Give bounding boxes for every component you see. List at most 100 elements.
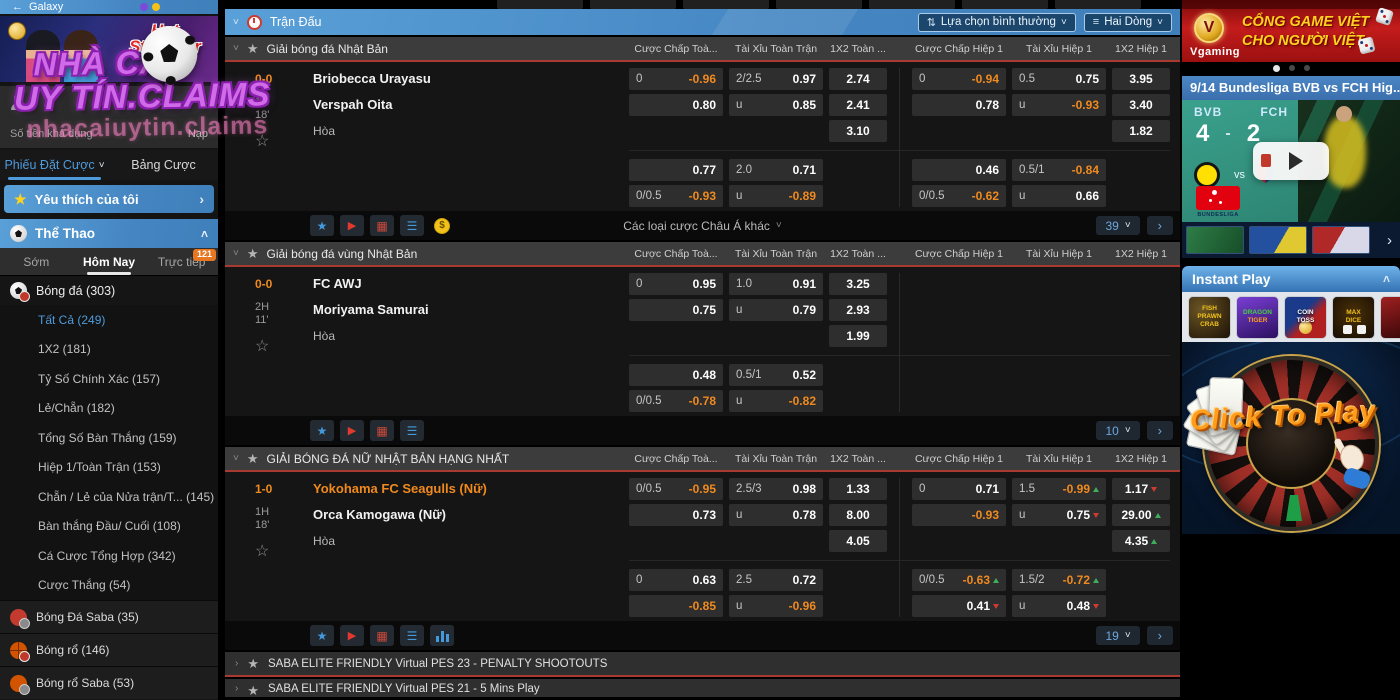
star-icon[interactable]: ★ [247,41,259,57]
odds-cell[interactable]: 3.40 [1112,94,1170,116]
odds-cell[interactable]: u0.75 [1012,504,1106,526]
next-page-button[interactable]: › [1147,216,1173,235]
promo-banner[interactable]: Hot Streamer [0,16,218,82]
video-player[interactable]: BVB FCH 4 - 2 vs BUNDESLIGA [1182,100,1400,222]
back-header[interactable]: ← Galaxy [0,0,218,14]
favorite-star-icon[interactable]: ☆ [255,336,313,356]
time-tab[interactable]: Sớm [0,248,73,275]
stats-icon[interactable] [430,625,454,646]
list-icon[interactable]: ☰ [400,215,424,236]
star-icon[interactable]: ★ [310,215,334,236]
submenu-item[interactable]: Tổng Số Bàn Thắng (159) [0,423,218,453]
odds-cell[interactable]: u-0.93 [1012,94,1106,116]
odds-cell[interactable]: u0.85 [729,94,823,116]
favorite-star-icon[interactable]: ☆ [255,131,313,151]
play-icon[interactable]: ▶ [340,625,364,646]
chevron-down-icon[interactable]: ˅ [233,43,239,54]
odds-cell[interactable]: 4.05 [829,530,887,552]
sidebar-item-football[interactable]: Bóng đá (303) [0,275,218,305]
submenu-item[interactable]: Chẵn / Lẻ của Nửa trận/T... (145) [0,482,218,512]
odds-cell[interactable]: 0.75 [629,299,723,321]
chevron-down-icon[interactable]: ˅ [233,248,239,259]
chevron-right-icon[interactable]: › [1383,232,1396,249]
game-tile[interactable]: DRAGONTIGER [1236,296,1279,339]
odds-cell[interactable]: 3.25 [829,273,887,295]
odds-cell[interactable]: 2.74 [829,68,887,90]
star-icon[interactable]: ★ [310,625,334,646]
league-header[interactable]: ˅★Giải bóng đá Nhật BảnCược Chấp Toà...T… [225,37,1180,62]
star-icon[interactable]: ★ [247,683,259,697]
odds-cell[interactable]: 2.93 [829,299,887,321]
grid-icon[interactable]: ▦ [370,420,394,441]
instant-play-header[interactable]: Instant Play ˄ [1182,266,1400,292]
odds-cell[interactable]: 0-0.94 [912,68,1006,90]
odds-cell[interactable]: 0/0.5-0.93 [629,185,723,207]
view-filter-button[interactable]: ⇅ Lựa chọn bình thường ˅ [918,13,1076,32]
coin-icon[interactable]: $ [430,215,454,236]
odds-cell[interactable]: 0.77 [629,159,723,181]
vgaming-banner[interactable]: V Vgaming CỔNG GAME VIỆT CHO NGƯỜI VIỆT [1182,0,1400,62]
carousel-dot[interactable] [1289,65,1295,71]
odds-cell[interactable]: -0.85 [629,595,723,617]
page-count-select[interactable]: 10˅ [1096,421,1139,440]
odds-cell[interactable]: 0/0.5-0.78 [629,390,723,412]
odds-cell[interactable]: 0.48 [629,364,723,386]
odds-cell[interactable]: 1.17 [1112,478,1170,500]
page-count-select[interactable]: 39˅ [1096,216,1139,235]
odds-cell[interactable]: 3.95 [1112,68,1170,90]
list-icon[interactable]: ☰ [400,625,424,646]
video-thumbnail[interactable] [1312,226,1370,254]
deposit-button[interactable]: Nạp [188,128,208,140]
game-tile[interactable]: FISHPRAWNCRAB [1188,296,1231,339]
asian-bets-dropdown[interactable]: Các loại cược Châu Á khác˅ [623,219,781,233]
submenu-item[interactable]: Tất Cả (249) [0,305,218,335]
odds-cell[interactable]: u0.79 [729,299,823,321]
list-icon[interactable]: ☰ [400,420,424,441]
next-page-button[interactable]: › [1147,421,1173,440]
league-header[interactable]: ˅★GIẢI BÓNG ĐÁ NỮ NHẬT BẢN HẠNG NHẤTCược… [225,447,1180,472]
odds-cell[interactable]: 0.50.75 [1012,68,1106,90]
odds-cell[interactable]: 1.5-0.99 [1012,478,1106,500]
odds-cell[interactable]: 1.82 [1112,120,1170,142]
odds-cell[interactable]: 0/0.5-0.62 [912,185,1006,207]
saba-league-row[interactable]: ›★SABA ELITE FRIENDLY Virtual PES 23 - P… [225,652,1180,677]
odds-cell[interactable]: 1.5/2-0.72 [1012,569,1106,591]
video-thumbnail[interactable] [1249,226,1307,254]
sports-header[interactable]: Thể Thao ˄ [0,219,218,248]
odds-cell[interactable]: 1.33 [829,478,887,500]
odds-cell[interactable]: u-0.82 [729,390,823,412]
odds-cell[interactable]: 0/0.5-0.95 [629,478,723,500]
odds-cell[interactable]: 2.41 [829,94,887,116]
chevron-down-icon[interactable]: ˅ [233,453,239,464]
odds-cell[interactable]: 0.46 [912,159,1006,181]
odds-cell[interactable]: 0.5/1-0.84 [1012,159,1106,181]
odds-cell[interactable]: 8.00 [829,504,887,526]
sidebar-item-sport[interactable]: Bóng rổ (146) [0,633,218,666]
odds-cell[interactable]: 2.00.71 [729,159,823,181]
favorites-button[interactable]: ★ Yêu thích của tôi › [4,185,214,213]
favorite-star-icon[interactable]: ☆ [255,541,313,561]
odds-cell[interactable]: 00.95 [629,273,723,295]
back-arrow-icon[interactable]: ← [12,1,23,13]
play-icon[interactable]: ▶ [340,420,364,441]
odds-cell[interactable]: u-0.89 [729,185,823,207]
odds-cell[interactable]: u0.78 [729,504,823,526]
game-tile[interactable] [1380,296,1400,339]
odds-cell[interactable]: 1.00.91 [729,273,823,295]
odds-cell[interactable]: 0/0.5-0.63 [912,569,1006,591]
odds-cell[interactable]: u-0.96 [729,595,823,617]
star-icon[interactable]: ★ [247,656,259,672]
submenu-item[interactable]: Cược Thắng (54) [0,571,218,601]
odds-cell[interactable]: 0.41 [912,595,1006,617]
submenu-item[interactable]: Tỷ Số Chính Xác (157) [0,364,218,394]
carousel-dot[interactable] [1273,65,1280,72]
odds-cell[interactable]: 0.5/10.52 [729,364,823,386]
time-tab[interactable]: Trực tiếp121 [145,248,218,275]
time-tab[interactable]: Hôm Nay [73,248,146,275]
casino-promo[interactable]: Click To Play [1182,342,1400,534]
star-icon[interactable]: ★ [247,451,259,467]
chevron-down-icon[interactable]: ˅ [233,17,239,28]
play-icon[interactable]: ▶ [340,215,364,236]
page-count-select[interactable]: 19˅ [1096,626,1139,645]
grid-icon[interactable]: ▦ [370,625,394,646]
